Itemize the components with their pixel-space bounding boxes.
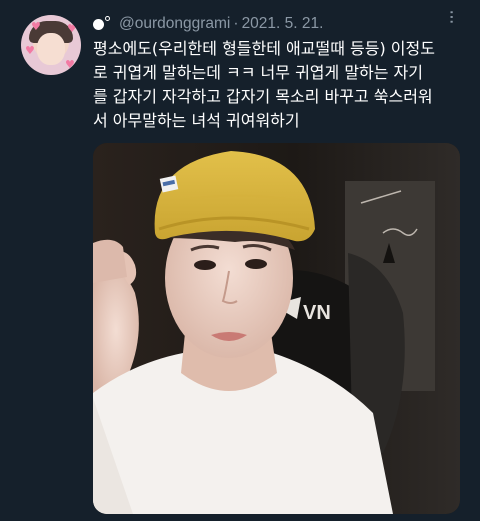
right-eye [245,259,267,269]
tweet-text-line: 를 갑자기 자각하고 갑자기 목소리 바꾸고 쑥스러워 [93,87,433,106]
chair-brand-text: VN [303,302,331,324]
avatar-face [37,33,65,65]
heart-icon: ♥ [65,58,75,71]
avatar[interactable]: ♥ ♥ ♥ ♥ [21,15,81,75]
tweet-text-line: 로 귀엽게 말하는데 ㅋㅋ 너무 귀엽게 말하는 자기 [93,63,424,82]
user-handle[interactable]: @ourdonggrami [119,15,230,33]
tweet-text-line: 서 아무말하는 녀석 귀여워하기 [93,111,300,130]
heart-icon: ♥ [31,20,41,33]
circle-dots-name-icon[interactable] [93,16,113,32]
tweet-text-line: 평소에도(우리한테 형들한테 애교떨때 등등) 이정도 [93,39,435,58]
media-photo: VN [93,143,460,514]
separator-dot: · [233,15,239,32]
tweet-header: @ourdonggrami · 2021. 5. 21. [93,14,323,34]
more-options-icon[interactable]: ··· [440,9,461,23]
tweet-date[interactable]: 2021. 5. 21. [242,15,324,33]
heart-icon: ♥ [67,22,77,35]
tweet-media-image[interactable]: VN [93,143,460,514]
tweet-card[interactable]: ♥ ♥ ♥ ♥ @ourdonggrami · 2021. 5. 21. ···… [0,0,480,521]
heart-icon: ♥ [25,44,35,57]
tweet-text: 평소에도(우리한테 형들한테 애교떨때 등등) 이정도 로 귀엽게 말하는데 ㅋ… [93,37,463,133]
left-eye [194,260,216,270]
